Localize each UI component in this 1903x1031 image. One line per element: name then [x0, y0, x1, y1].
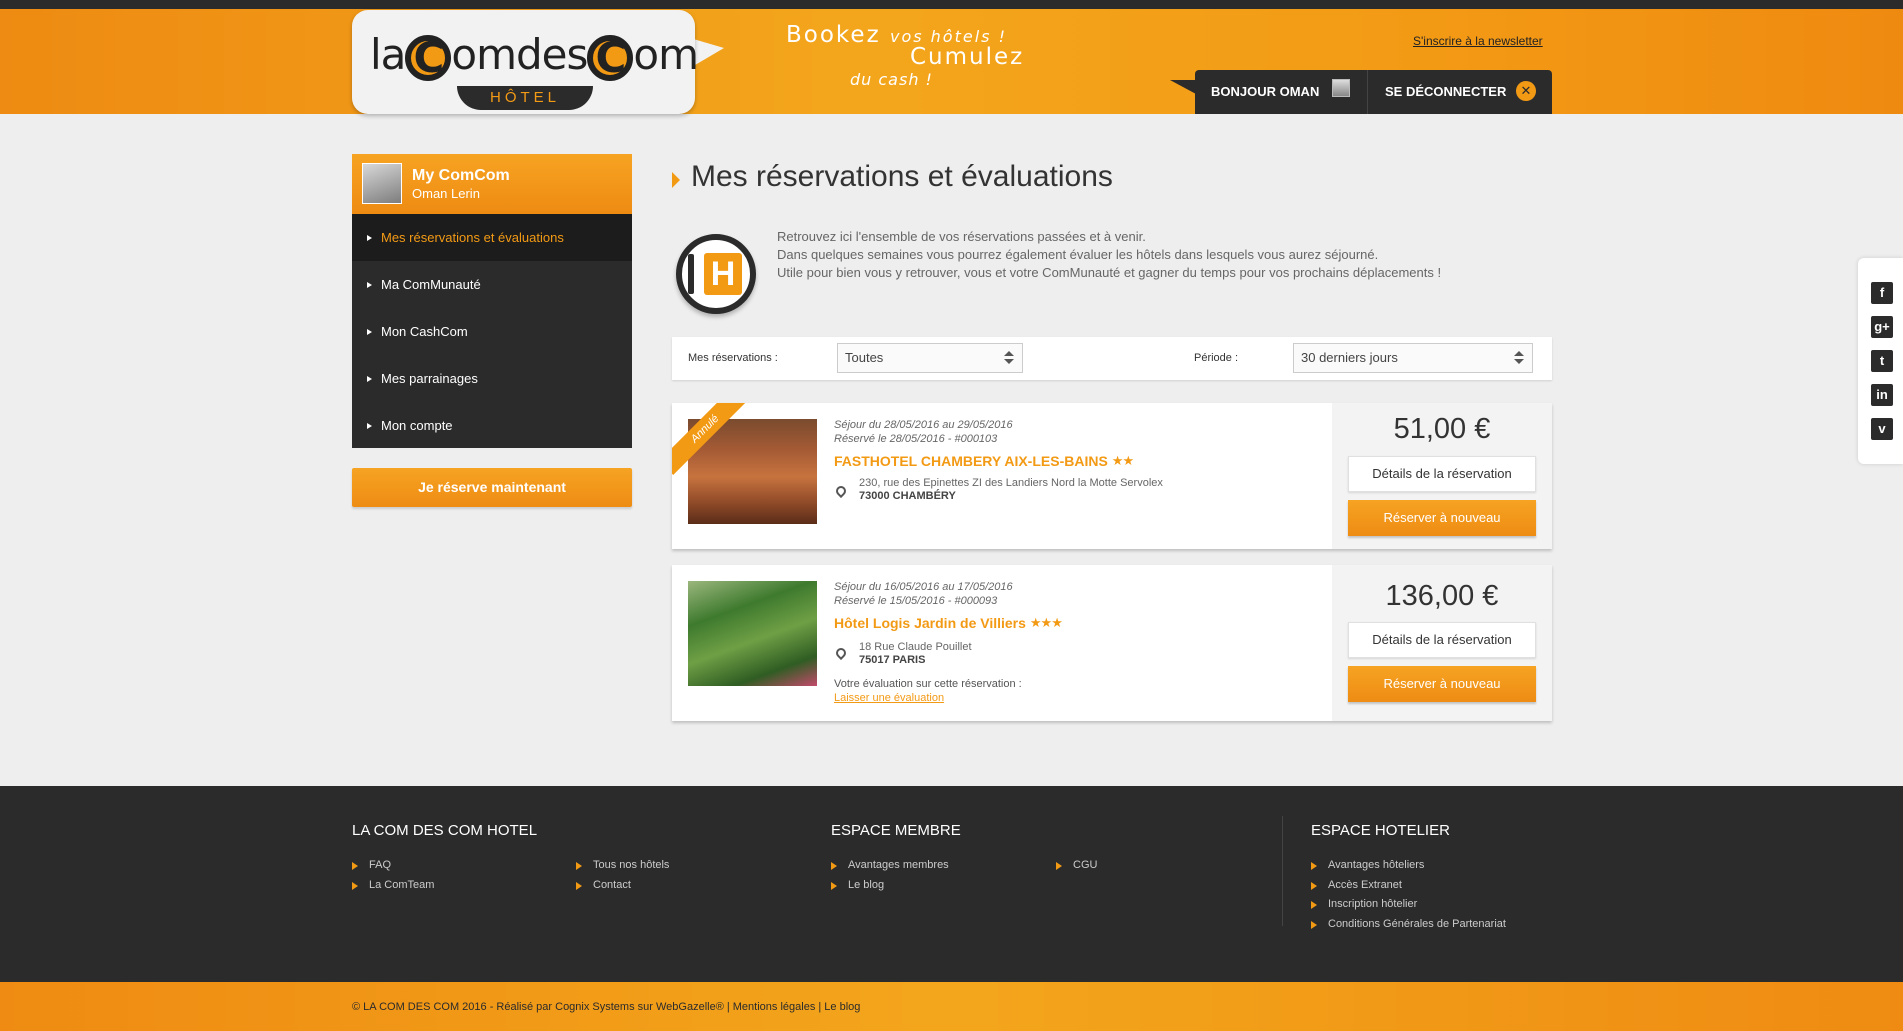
price-box: 51,00 € Détails de la réservation Réserv…: [1332, 403, 1552, 549]
sidebar-header: My ComCom Oman Lerin: [352, 154, 632, 214]
newsletter-link[interactable]: S'inscrire à la newsletter: [1413, 34, 1543, 48]
divider: [1367, 70, 1368, 114]
logout-button[interactable]: SE DÉCONNECTER: [1385, 84, 1506, 99]
sidebar-item-reservations[interactable]: Mes réservations et évaluations: [352, 214, 632, 261]
sidebar-item-communaute[interactable]: Ma ComMunauté: [352, 261, 632, 308]
booking-price: 51,00 €: [1393, 413, 1491, 445]
star-rating: ★★: [1111, 453, 1134, 468]
site-footer: LA COM DES COM HOTEL FAQ La ComTeam Tous…: [0, 786, 1903, 982]
bottom-bar: © LA COM DES COM 2016 - Réalisé par Cogn…: [0, 982, 1903, 1031]
booking-dates: Séjour du 16/05/2016 au 17/05/2016 Réser…: [834, 581, 1013, 607]
hotel-name[interactable]: FASTHOTEL CHAMBERY AIX-LES-BAINS ★★: [834, 453, 1134, 469]
booking-details-button[interactable]: Détails de la réservation: [1348, 456, 1536, 492]
arrow-right-icon: [367, 376, 372, 382]
location-pin-icon: [833, 645, 849, 661]
booking-details-button[interactable]: Détails de la réservation: [1348, 622, 1536, 658]
sidebar-item-cashcom[interactable]: Mon CashCom: [352, 308, 632, 355]
arrow-right-icon: [367, 235, 372, 241]
logo-wordmark: la Comdes Com: [370, 30, 699, 82]
facebook-icon[interactable]: f: [1871, 282, 1893, 304]
footer-link-cgu[interactable]: CGU: [1056, 859, 1097, 871]
reservations-select[interactable]: Toutes: [837, 343, 1023, 373]
footer-title-hotelier: ESPACE HOTELIER: [1311, 822, 1450, 839]
rebook-button[interactable]: Réserver à nouveau: [1348, 500, 1536, 536]
footer-link-faq[interactable]: FAQ: [352, 859, 391, 871]
footer-link-inscription[interactable]: Inscription hôtelier: [1311, 898, 1417, 910]
sidebar-item-parrainages[interactable]: Mes parrainages: [352, 355, 632, 402]
page-title: Mes réservations et évaluations: [691, 160, 1113, 193]
footer-title-lacomdescom: LA COM DES COM HOTEL: [352, 822, 538, 839]
linkedin-icon[interactable]: in: [1871, 384, 1893, 406]
period-filter-label: Période :: [1194, 352, 1239, 364]
hotel-address: 18 Rue Claude Pouillet 75017 PARIS: [859, 641, 972, 666]
reservations-filter-label: Mes réservations :: [688, 352, 778, 364]
google-plus-icon[interactable]: g+: [1871, 316, 1893, 338]
user-bar: BONJOUR OMAN SE DÉCONNECTER ✕: [1195, 70, 1552, 114]
star-rating: ★★★: [1029, 615, 1063, 630]
intro-text: Retrouvez ici l'ensemble de vos réservat…: [777, 229, 1442, 280]
avatar[interactable]: [1332, 79, 1350, 97]
avatar: [362, 163, 402, 204]
rebook-button[interactable]: Réserver à nouveau: [1348, 666, 1536, 702]
period-select[interactable]: 30 derniers jours: [1293, 343, 1533, 373]
footer-link-extranet[interactable]: Accès Extranet: [1311, 879, 1402, 891]
arrow-right-icon: [367, 329, 372, 335]
footer-title-membre: ESPACE MEMBRE: [831, 822, 961, 839]
booking-price: 136,00 €: [1385, 580, 1499, 612]
footer-divider: [1282, 816, 1283, 926]
book-now-button[interactable]: Je réserve maintenant: [352, 468, 632, 507]
copyright: © LA COM DES COM 2016 - Réalisé par Cogn…: [352, 1001, 861, 1013]
price-box: 136,00 € Détails de la réservation Réser…: [1332, 565, 1552, 721]
hotel-icon: H: [676, 234, 756, 314]
arrow-right-icon: [367, 423, 372, 429]
booking-card: Séjour du 16/05/2016 au 17/05/2016 Réser…: [672, 565, 1552, 721]
viadeo-icon[interactable]: v: [1871, 418, 1893, 440]
userbar-tail: [1170, 80, 1196, 94]
location-pin-icon: [833, 483, 849, 499]
footer-link-comteam[interactable]: La ComTeam: [352, 879, 434, 891]
greeting: BONJOUR OMAN: [1211, 84, 1320, 99]
footer-link-hotels[interactable]: Tous nos hôtels: [576, 859, 669, 871]
select-arrows-icon: [1514, 351, 1524, 365]
leave-evaluation-link[interactable]: Laisser une évaluation: [834, 692, 944, 704]
arrow-right-icon: [367, 282, 372, 288]
footer-link-avantages-hoteliers[interactable]: Avantages hôteliers: [1311, 859, 1424, 871]
booking-card: Annulé Séjour du 28/05/2016 au 29/05/201…: [672, 403, 1552, 549]
sidebar-menu: Mes réservations et évaluations Ma ComMu…: [352, 214, 632, 448]
social-sidebar: f g+ t in v: [1858, 258, 1903, 464]
close-icon[interactable]: ✕: [1516, 81, 1536, 101]
site-logo[interactable]: la Comdes Com HÔTEL: [352, 10, 699, 114]
booking-dates: Séjour du 28/05/2016 au 29/05/2016 Réser…: [834, 419, 1013, 445]
evaluation-block: Votre évaluation sur cette réservation :…: [834, 678, 1022, 704]
filters-bar: Mes réservations : Toutes Période : 30 d…: [672, 337, 1552, 380]
hotel-photo[interactable]: [688, 581, 817, 686]
logo-subtitle: HÔTEL: [457, 86, 593, 110]
top-strip: [0, 0, 1903, 9]
footer-link-contact[interactable]: Contact: [576, 879, 631, 891]
user-name: Oman Lerin: [412, 186, 480, 201]
title-arrow-icon: [672, 172, 680, 188]
select-arrows-icon: [1004, 351, 1014, 365]
hotel-name[interactable]: Hôtel Logis Jardin de Villiers ★★★: [834, 615, 1063, 631]
footer-link-conditions[interactable]: Conditions Générales de Partenariat: [1311, 918, 1506, 930]
header-slogan: Bookez vos hôtels ! Cumulez du cash !: [786, 22, 1025, 89]
hotel-address: 230, rue des Epinettes ZI des Landiers N…: [859, 477, 1163, 502]
footer-link-blog[interactable]: Le blog: [831, 879, 884, 891]
twitter-icon[interactable]: t: [1871, 350, 1893, 372]
sidebar-item-compte[interactable]: Mon compte: [352, 402, 632, 449]
footer-link-avantages-membres[interactable]: Avantages membres: [831, 859, 949, 871]
sidebar-title: My ComCom: [412, 167, 510, 184]
